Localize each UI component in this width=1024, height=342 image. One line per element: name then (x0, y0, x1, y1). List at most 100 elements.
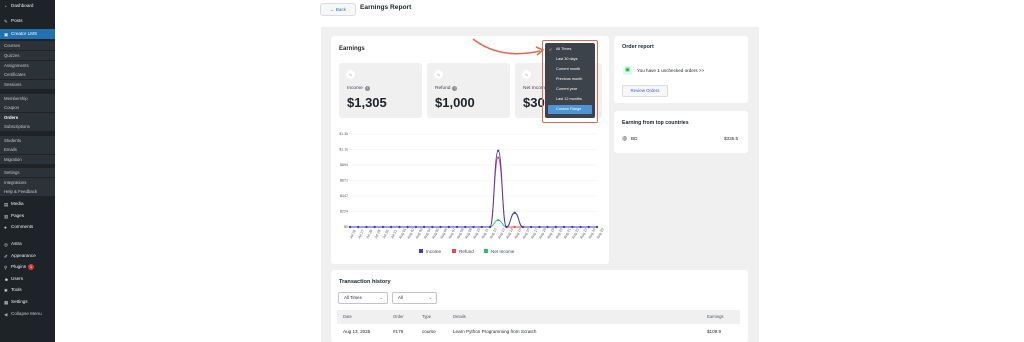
collapse-icon: ◀ (4, 311, 8, 317)
row-details: Learn Python Programming from Scratch (453, 329, 537, 334)
sidebar-item-creator-lms[interactable]: ▣ Creator LMS (0, 29, 55, 39)
pages-icon: ▥ (4, 213, 9, 219)
submenu-assignments[interactable]: Assignments (0, 61, 55, 70)
submenu-emails[interactable]: Emails (0, 145, 55, 154)
submenu-help-feedback[interactable]: Help & Feedback (0, 187, 55, 196)
data-point (390, 225, 393, 229)
sidebar-item-users[interactable]: ☻ Users (0, 274, 55, 284)
sidebar-item-tools[interactable]: ✱ Tools (0, 285, 55, 295)
type-filter-select[interactable]: All ⌄ (392, 292, 437, 304)
brush-icon: ✐ (4, 253, 8, 259)
submenu-quizzes[interactable]: Quizzes (0, 51, 55, 60)
data-point (365, 225, 368, 229)
sidebar-item-astra[interactable]: ◎ Astra (0, 239, 55, 249)
data-point (587, 225, 590, 229)
data-point (521, 225, 524, 229)
time-filter-select[interactable]: All Times ⌄ (338, 292, 388, 304)
unchecked-orders-link[interactable]: You have 1 unchecked orders >> (637, 68, 704, 73)
pin-icon: ✎ (4, 18, 8, 24)
plugins-update-badge: 1 (28, 264, 35, 270)
data-point (488, 225, 492, 229)
sidebar-item-dashboard[interactable]: ◔ Dashboard (0, 1, 55, 11)
data-point (497, 218, 500, 222)
sidebar-item-posts[interactable]: ✎ Posts (0, 16, 55, 26)
submenu-settings[interactable]: Settings (0, 168, 55, 177)
lms-icon: ▣ (4, 31, 9, 37)
data-point (381, 225, 385, 229)
sidebar-collapse-menu[interactable]: ◀ Collapse Menu (0, 309, 55, 319)
data-point (357, 225, 360, 229)
col-details: Details (453, 314, 466, 319)
submenu-membership[interactable]: Membership (0, 94, 55, 103)
sidebar-item-comments[interactable]: ● Comments (0, 222, 55, 232)
submenu-certificates[interactable]: Certificates (0, 70, 55, 79)
row-order[interactable]: #179 (393, 329, 403, 334)
x-tick-label: Aug 25 (596, 228, 605, 240)
submenu-migration[interactable]: Migration (0, 155, 55, 164)
dashboard-icon: ◔ (4, 3, 7, 9)
sidebar-item-settings[interactable]: ▦ Settings (0, 297, 55, 307)
data-point (571, 225, 574, 229)
row-earnings: $109.9 (707, 329, 722, 334)
sidebar-item-media[interactable]: ▤ Media (0, 199, 55, 209)
settings-icon: ▦ (4, 299, 9, 305)
x-tick-label: Jul 31 (390, 229, 398, 239)
income-stat: ∿ Income i $1,305 (339, 63, 422, 118)
data-point (480, 225, 483, 229)
admin-sidebar: ◔ Dashboard ✎ Posts ▣ Creator LMS Courses Q… (0, 0, 55, 342)
y-tick-label: $894 (340, 163, 348, 167)
data-point (513, 225, 516, 229)
legend-income: Income (419, 249, 441, 254)
sidebar-item-appearance[interactable]: ✐ Appearance (0, 251, 55, 261)
data-point (455, 225, 459, 229)
row-date: Aug 13, 2025 (343, 329, 371, 334)
refund-stat: ∿ Refund i $1,000 (427, 63, 510, 118)
trend-icon: ∿ (522, 70, 531, 79)
submenu-courses[interactable]: Courses (0, 41, 55, 50)
data-point (447, 225, 450, 229)
refund-value: $1,000 (435, 95, 475, 110)
submenu-integrations[interactable]: Integrations (0, 178, 55, 187)
order-icon: ▣ (623, 66, 632, 75)
users-icon: ☻ (4, 276, 9, 282)
back-button[interactable]: ← Back (320, 3, 356, 16)
data-point (579, 225, 582, 229)
info-icon[interactable]: i (364, 86, 370, 91)
annotation-highlight (542, 40, 598, 123)
submenu-students[interactable]: Students (0, 136, 55, 145)
plugin-icon: ⚲ (4, 264, 8, 270)
data-point (472, 225, 475, 229)
comments-icon: ● (4, 224, 7, 230)
x-tick-label: Jul 29 (374, 229, 382, 239)
transaction-title: Transaction history (339, 279, 391, 285)
data-point (530, 225, 533, 229)
submenu-orders[interactable]: Orders (0, 113, 55, 122)
sidebar-item-pages[interactable]: ▥ Pages (0, 211, 55, 221)
series-line-income (350, 150, 597, 228)
row-type: course (422, 329, 436, 334)
page-title: Earnings Report (360, 4, 412, 11)
series-line-net-income (350, 212, 597, 228)
submenu-coupon[interactable]: Coupon (0, 103, 55, 112)
x-tick-label: Jul 30 (382, 229, 390, 239)
y-tick-label: $1.3k (339, 132, 348, 136)
astra-icon: ◎ (4, 241, 9, 247)
chevron-down-icon: ⌄ (379, 295, 383, 300)
countries-title: Earning from top countries (622, 120, 689, 126)
data-point (513, 211, 516, 214)
info-icon[interactable]: i (452, 86, 458, 91)
order-report-title: Order report (622, 44, 654, 50)
data-point (464, 225, 467, 229)
review-orders-button[interactable]: Review Orders (622, 85, 668, 97)
data-point (497, 156, 500, 159)
submenu-sessions[interactable]: Sessions (0, 80, 55, 89)
sidebar-item-plugins[interactable]: ⚲ Plugins 1 (0, 262, 55, 272)
col-earnings: Earnings (707, 314, 724, 319)
data-point (431, 225, 434, 229)
data-point (497, 149, 500, 152)
submenu-subscriptions[interactable]: Subscriptions (0, 122, 55, 131)
data-point (398, 225, 401, 229)
data-point (562, 225, 566, 229)
col-type: Type (422, 314, 432, 319)
x-tick-label: Jul 26 (349, 229, 357, 239)
